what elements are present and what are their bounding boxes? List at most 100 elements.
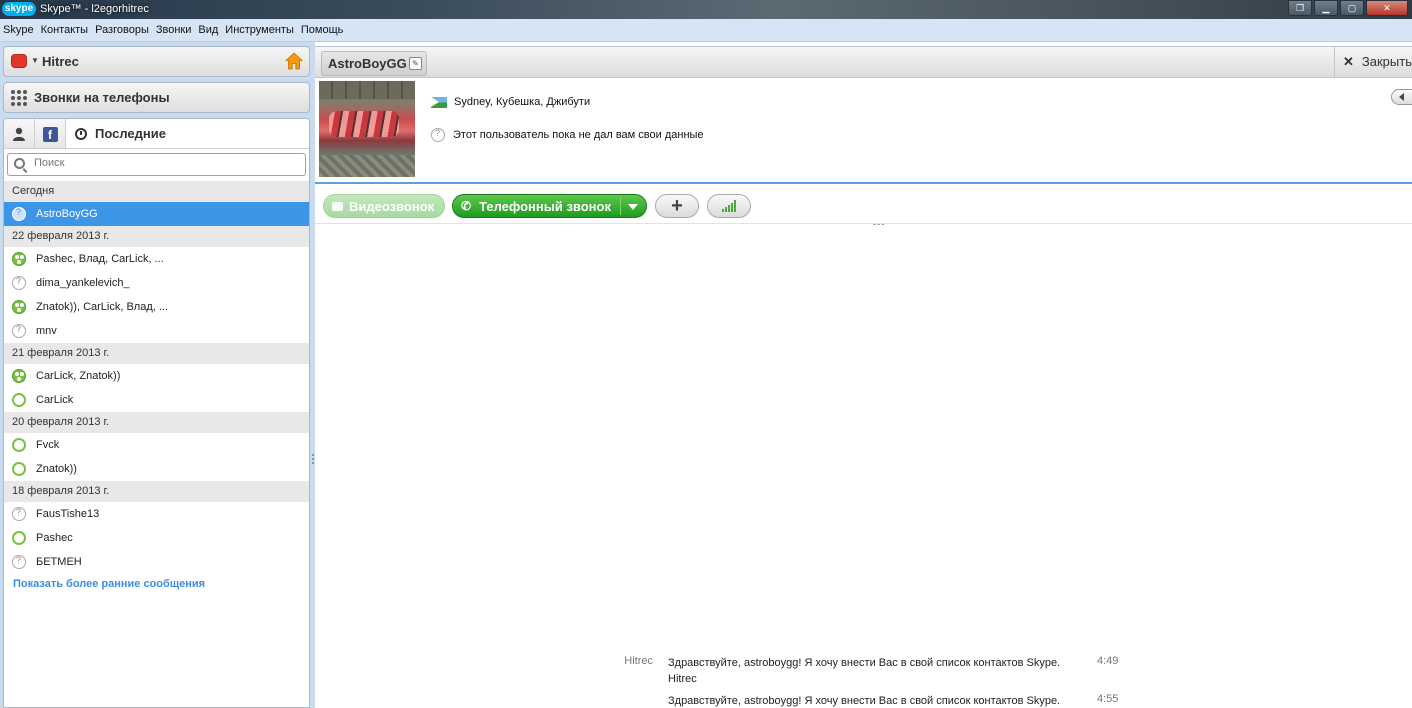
- chevron-down-icon[interactable]: [628, 204, 638, 210]
- title-bar: skype Skype™ - l2egorhitrec ❐ ▁ ▢ ✕: [0, 0, 1412, 19]
- video-call-label: Видеозвонок: [349, 198, 435, 214]
- tab-recent-label: Последние: [95, 126, 166, 141]
- unknown-status-icon: [12, 555, 26, 569]
- home-icon[interactable]: [285, 52, 303, 70]
- group-chat-icon: [12, 369, 26, 383]
- menu-help[interactable]: Помощь: [301, 24, 344, 36]
- group-chat-icon: [12, 300, 26, 314]
- profile-bar[interactable]: ▼ Hitrec: [3, 46, 310, 77]
- edit-icon[interactable]: ✎: [409, 57, 422, 70]
- list-item[interactable]: БЕТМЕН: [4, 550, 309, 574]
- menu-contacts[interactable]: Контакты: [41, 24, 89, 36]
- call-phones-label: Звонки на телефоны: [34, 90, 170, 105]
- list-item-name: Znatok)): [36, 463, 77, 475]
- plus-icon: +: [671, 194, 683, 217]
- close-conversation-button[interactable]: ✕ Закрыть: [1334, 47, 1412, 77]
- date-group-header: 21 февраля 2013 г.: [4, 343, 309, 364]
- menu-conversations[interactable]: Разговоры: [95, 24, 149, 36]
- menu-view[interactable]: Вид: [198, 24, 218, 36]
- tab-facebook[interactable]: f: [35, 119, 66, 149]
- online-status-icon: [12, 438, 26, 452]
- chat-history: Hitrec Здравствуйте, astroboygg! Я хочу …: [315, 225, 1412, 708]
- message-author: Hitrec: [624, 655, 653, 667]
- list-item-name: Pashec, Влад, CarLick, ...: [36, 253, 164, 265]
- phone-icon: ✆: [461, 199, 472, 213]
- person-icon: [13, 127, 25, 141]
- show-earlier-messages-link[interactable]: Показать более ранние сообщения: [4, 574, 309, 590]
- list-item-name: БЕТМЕН: [36, 556, 82, 568]
- phone-call-label: Телефонный звонок: [479, 198, 611, 214]
- unknown-status-icon: [431, 128, 445, 142]
- list-item-name: FausTishe13: [36, 508, 100, 520]
- conversation-tab[interactable]: AstroBoyGG ✎: [321, 51, 427, 76]
- list-item[interactable]: Znatok)), CarLick, Влад, ...: [4, 295, 309, 319]
- list-item-name: CarLick: [36, 394, 74, 406]
- message-text[interactable]: Здравствуйте, astroboygg! Я хочу внести …: [668, 693, 1088, 708]
- status-icon[interactable]: [11, 54, 27, 68]
- list-item[interactable]: mnv: [4, 319, 309, 343]
- list-item-name: Fvck: [36, 439, 60, 451]
- contacts-panel: f Последние Сегодня AstroBoyGG 22 февраля …: [3, 118, 310, 708]
- online-status-icon: [12, 393, 26, 407]
- call-phones-button[interactable]: Звонки на телефоны: [3, 82, 310, 113]
- maximize-window-button[interactable]: ▢: [1340, 0, 1364, 16]
- profile-name[interactable]: Hitrec: [42, 54, 79, 69]
- unknown-status-icon: [12, 507, 26, 521]
- unknown-status-icon: [12, 276, 26, 290]
- splitter-grip-icon: [312, 454, 314, 464]
- restore-window-button[interactable]: ❐: [1288, 0, 1312, 16]
- scroll-left-button[interactable]: [1391, 89, 1412, 105]
- clock-icon: [75, 127, 87, 140]
- contact-info-note: Этот пользователь пока не дал вам свои д…: [453, 129, 704, 141]
- date-group-header: 18 февраля 2013 г.: [4, 481, 309, 502]
- list-item[interactable]: CarLick, Znatok)): [4, 364, 309, 388]
- online-status-icon: [12, 531, 26, 545]
- list-item[interactable]: Znatok)): [4, 457, 309, 481]
- call-action-bar: Видеозвонок ✆ Телефонный звонок +: [315, 188, 1412, 224]
- list-item[interactable]: Pashec: [4, 526, 309, 550]
- video-call-button[interactable]: Видеозвонок: [323, 194, 445, 218]
- unknown-status-icon: [12, 207, 26, 221]
- list-item[interactable]: Fvck: [4, 433, 309, 457]
- list-item[interactable]: AstroBoyGG: [4, 202, 309, 226]
- group-chat-icon: [12, 252, 26, 266]
- tab-recent[interactable]: Последние: [66, 119, 309, 148]
- contact-avatar[interactable]: [319, 81, 415, 177]
- list-item-name: mnv: [36, 325, 57, 337]
- date-group-header: 22 февраля 2013 г.: [4, 226, 309, 247]
- close-icon: ✕: [1343, 54, 1354, 69]
- contact-location: Sydney, Кубешка, Джибути: [454, 96, 591, 108]
- add-button[interactable]: +: [655, 194, 699, 218]
- minimize-window-button[interactable]: ▁: [1314, 0, 1338, 16]
- camera-icon: [332, 201, 343, 211]
- search-input[interactable]: [34, 157, 294, 169]
- menu-tools[interactable]: Инструменты: [225, 24, 294, 36]
- signal-icon: [722, 200, 736, 212]
- menu-skype[interactable]: Skype: [3, 24, 34, 36]
- conversation-header: AstroBoyGG ✎ ✕ Закрыть: [315, 46, 1412, 78]
- list-item-name: Pashec: [36, 532, 73, 544]
- date-group-header: 20 февраля 2013 г.: [4, 412, 309, 433]
- tab-contacts[interactable]: [4, 119, 35, 149]
- search-box[interactable]: [7, 153, 306, 176]
- close-window-button[interactable]: ✕: [1366, 0, 1408, 16]
- list-item[interactable]: CarLick: [4, 388, 309, 412]
- list-item-name: dima_yankelevich_: [36, 277, 130, 289]
- conversation-pane: AstroBoyGG ✎ ✕ Закрыть Sydney, Кубешка, Д…: [315, 42, 1412, 708]
- contact-tabs: f Последние: [4, 119, 309, 149]
- status-dropdown-icon[interactable]: ▼: [31, 56, 39, 65]
- menu-calls[interactable]: Звонки: [156, 24, 192, 36]
- facebook-icon: f: [42, 126, 58, 142]
- call-quality-button[interactable]: [707, 194, 751, 218]
- list-item[interactable]: Pashec, Влад, CarLick, ...: [4, 247, 309, 271]
- list-item[interactable]: dima_yankelevich_: [4, 271, 309, 295]
- menu-bar: Skype Контакты Разговоры Звонки Вид Инст…: [0, 19, 1412, 42]
- message-text[interactable]: Здравствуйте, astroboygg! Я хочу внести …: [668, 655, 1088, 687]
- dialpad-icon: [11, 90, 27, 106]
- info-line: Этот пользователь пока не дал вам свои д…: [431, 128, 704, 142]
- list-item[interactable]: FausTishe13: [4, 502, 309, 526]
- unknown-status-icon: [12, 324, 26, 338]
- phone-call-button[interactable]: ✆ Телефонный звонок: [452, 194, 647, 218]
- contact-profile: Sydney, Кубешка, Джибути Этот пользовате…: [315, 79, 1412, 229]
- skype-logo-icon: skype: [2, 2, 36, 16]
